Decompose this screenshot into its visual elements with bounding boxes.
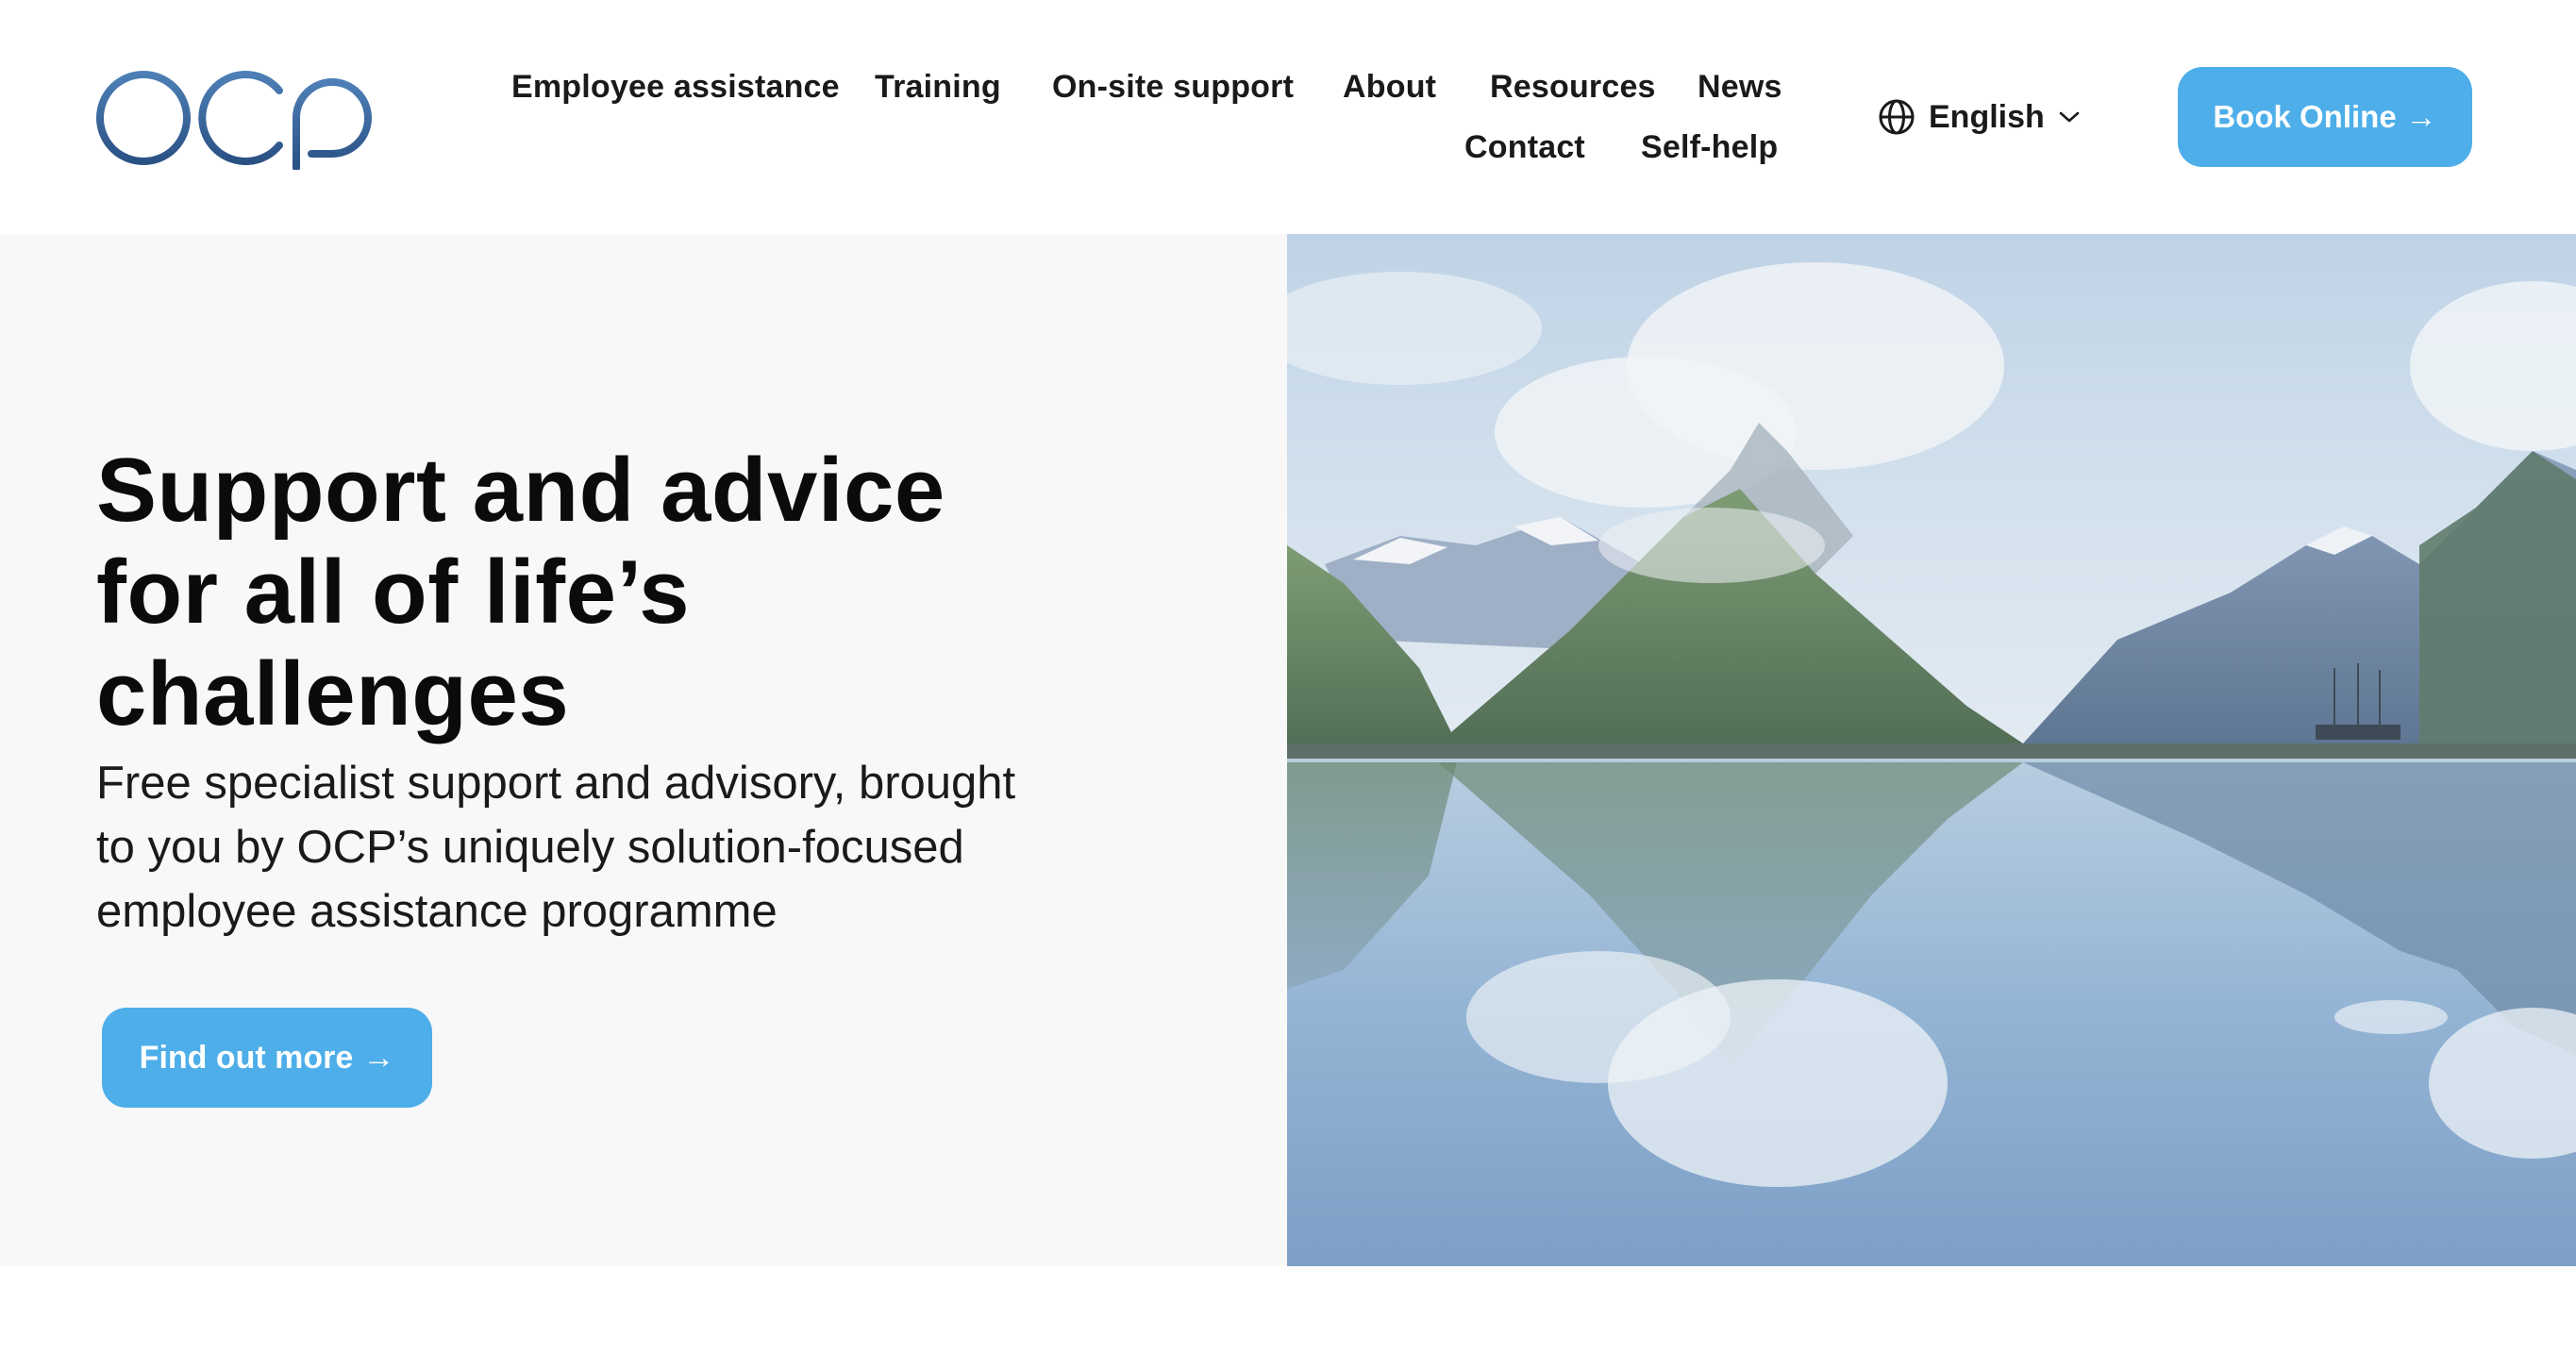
hero-subtitle-line: Free specialist support and advisory, br… <box>96 758 1016 809</box>
hero-title: Support and advice for all of life’s cha… <box>96 440 1153 745</box>
nav-self-help[interactable]: Self-help <box>1641 128 1778 166</box>
nav-resources[interactable]: Resources <box>1490 68 1656 106</box>
book-online-label: Book Online <box>2213 99 2397 134</box>
hero-text-panel <box>0 234 1287 1266</box>
hero-title-line: for all of life’s <box>96 542 691 643</box>
globe-icon <box>1879 99 1915 135</box>
language-label: English <box>1929 99 2045 135</box>
nav-about[interactable]: About <box>1343 68 1436 106</box>
chevron-down-icon <box>2059 111 2080 123</box>
hero-image <box>1287 234 2576 1266</box>
book-online-button[interactable]: Book Online → <box>2178 67 2472 167</box>
mountain-lake-image <box>1287 234 2576 1266</box>
hero-subtitle-line: to you by OCP’s uniquely solution-focuse… <box>96 822 964 873</box>
hero-title-line: challenges <box>96 643 570 744</box>
hero-subtitle: Free specialist support and advisory, br… <box>96 751 1153 944</box>
hero-title-line: Support and advice <box>96 440 945 541</box>
site-header: Employee assistance Training On-site sup… <box>0 0 2576 234</box>
hero-subtitle-line: employee assistance programme <box>96 886 778 937</box>
ocp-logo-mark <box>96 71 372 170</box>
nav-on-site-support[interactable]: On-site support <box>1052 68 1294 106</box>
language-selector[interactable]: English <box>1878 96 2081 138</box>
find-out-more-button[interactable]: Find out more → <box>102 1008 432 1108</box>
nav-contact[interactable]: Contact <box>1464 128 1585 166</box>
arrow-right-icon: → <box>2405 99 2437 134</box>
find-out-more-label: Find out more <box>139 1039 354 1076</box>
nav-employee-assistance[interactable]: Employee assistance <box>511 68 840 106</box>
arrow-right-icon: → <box>362 1039 395 1076</box>
nav-training[interactable]: Training <box>875 68 1001 106</box>
nav-news[interactable]: News <box>1698 68 1782 106</box>
ocp-logo[interactable] <box>94 66 373 170</box>
